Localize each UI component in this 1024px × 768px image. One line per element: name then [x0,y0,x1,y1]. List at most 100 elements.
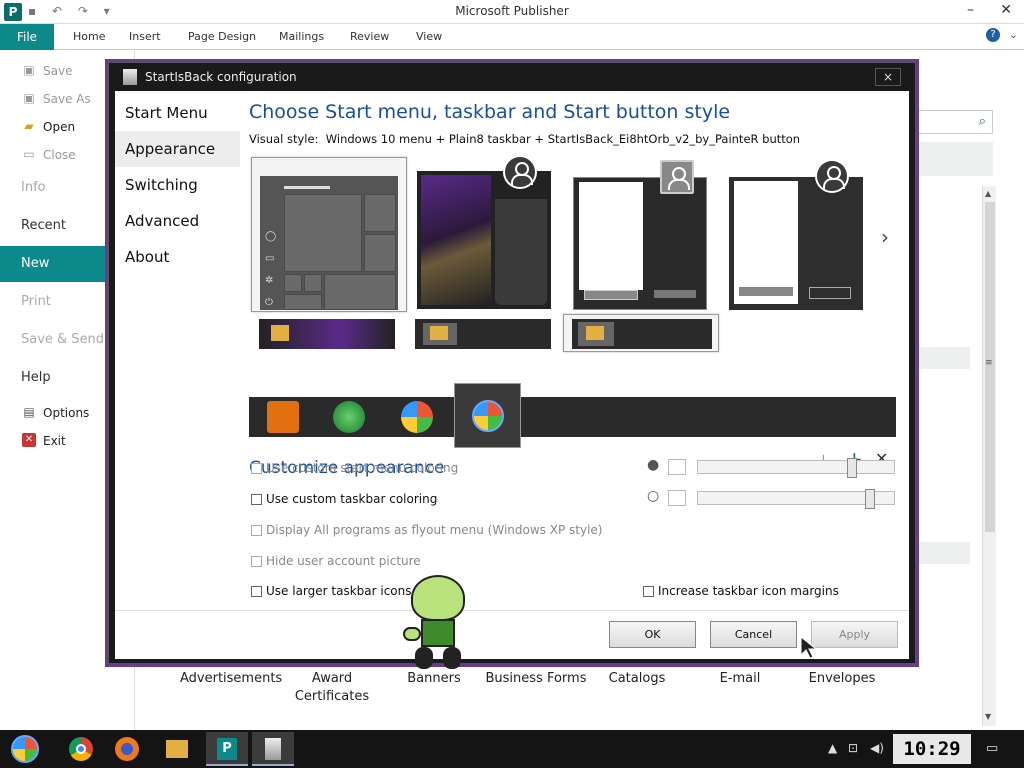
backstage-save-send[interactable]: Save & Send [0,322,107,358]
template-business-forms[interactable]: Business Forms [485,671,587,686]
backstage-help[interactable]: Help [0,360,107,396]
start-button-option-2[interactable] [333,401,365,433]
scroll-down-icon[interactable]: ▼ [985,712,991,721]
start-color-swatch[interactable] [668,459,686,475]
start-opacity-slider[interactable] [697,458,895,478]
folder-icon [271,325,289,341]
transparency-drop-icon: ○ [647,488,660,504]
minimize-icon[interactable]: – [967,2,974,18]
start-button-option-4-selected[interactable] [454,383,521,448]
start-menu-style-win7[interactable] [573,160,707,310]
mouse-cursor-icon [800,636,818,659]
label-hide-user-picture: Hide user account picture [266,554,421,568]
template-envelopes[interactable]: Envelopes [800,671,884,686]
start-button-option-1[interactable] [267,401,299,433]
dialog-titlebar[interactable]: StartIsBack configuration × [109,63,915,91]
checkbox-icon-margins[interactable] [643,586,654,597]
taskbar-style-dark[interactable] [415,319,551,349]
tab-home[interactable]: Home [73,30,105,43]
slider-knob[interactable] [847,458,857,478]
chrome-icon[interactable] [60,732,102,766]
label-icon-margins: Increase taskbar icon margins [658,584,839,598]
nav-start-menu[interactable]: Start Menu [115,95,240,131]
slider-knob[interactable] [865,489,875,509]
nav-appearance[interactable]: Appearance [115,131,240,167]
firefox-icon[interactable] [106,732,148,766]
template-email[interactable]: E-mail [700,671,780,686]
nav-about[interactable]: About [115,239,240,275]
start-button-row [249,383,896,448]
panel-strip [915,542,970,564]
template-catalogs[interactable]: Catalogs [597,671,677,686]
scroll-up-icon[interactable]: ▲ [985,189,991,198]
panel-strip [915,142,993,176]
taskbar-color-swatch[interactable] [668,490,686,506]
template-award[interactable]: Award [282,671,382,686]
open-folder-icon: ▰ [24,119,34,133]
tab-review[interactable]: Review [350,30,389,43]
cancel-button[interactable]: Cancel [710,621,797,648]
apply-button[interactable]: Apply [811,621,898,648]
clock[interactable]: 10:29 AM [893,734,971,764]
next-styles-arrow[interactable]: › [881,225,889,249]
checkbox-flyout-menu[interactable] [251,525,262,536]
file-explorer-icon[interactable] [156,732,198,766]
start-menu-style-win10[interactable]: ◯ ▭ ✲ ⏻ [251,157,407,312]
checkbox-larger-taskbar-icons[interactable] [251,586,262,597]
start-orb-button[interactable] [4,732,46,766]
start-button-option-3[interactable] [401,401,433,433]
taskbar-opacity-slider[interactable] [697,489,895,509]
scroll-grip-icon: ≡ [985,358,993,368]
user-avatar-icon [660,160,694,194]
help-icon[interactable]: ? [986,28,1000,42]
checkbox-custom-taskbar-coloring[interactable] [251,494,262,505]
volume-icon[interactable]: ◀) [870,741,884,755]
backstage-recent[interactable]: Recent [0,208,107,244]
tab-page-design[interactable]: Page Design [188,30,256,43]
close-window-icon[interactable]: ✕ [1000,2,1012,18]
label-custom-start-coloring: Use custom start menu coloring [266,461,459,475]
search-icon[interactable]: ⌕ [979,114,986,129]
publisher-taskbar-icon[interactable]: P [206,732,248,766]
network-icon[interactable]: ⊡ [848,741,858,755]
publisher-titlebar: P ▪ ↶ ↷ ▾ Microsoft Publisher – ✕ [0,0,1024,24]
startisback-dialog: StartIsBack configuration × Start Menu A… [108,62,916,669]
checkbox-custom-start-coloring[interactable] [251,463,262,474]
ok-button[interactable]: OK [609,621,696,648]
tab-insert[interactable]: Insert [129,30,161,43]
backstage-info[interactable]: Info [0,170,107,206]
template-advertisements[interactable]: Advertisements [180,671,282,686]
template-certificates[interactable]: Certificates [282,689,382,704]
style-heading: Choose Start menu, taskbar and Start but… [249,101,731,123]
start-menu-style-themed[interactable] [417,155,551,309]
taskbar-style-plain8[interactable] [563,314,719,352]
tab-view[interactable]: View [416,30,442,43]
dialog-body: Start Menu Appearance Switching Advanced… [115,91,909,669]
action-center-icon[interactable]: ▭ [986,741,998,756]
start-menu-style-classic[interactable] [729,159,863,310]
nav-switching[interactable]: Switching [115,167,240,203]
label-flyout-menu: Display All programs as flyout menu (Win… [266,523,603,537]
checkbox-hide-user-picture[interactable] [251,556,262,567]
exit-icon: ✕ [22,433,36,447]
user-avatar-icon [503,155,537,189]
template-search-box[interactable]: ⌕ [915,110,993,134]
backstage-print[interactable]: Print [0,284,107,320]
tab-file[interactable]: File [0,24,54,50]
chevron-down-icon[interactable]: ⌄ [1009,28,1018,41]
win10-menu-side-icons: ◯ ▭ ✲ ⏻ [265,231,277,308]
taskbar-style-themed[interactable] [259,319,395,349]
dialog-title: StartIsBack configuration [145,70,297,84]
color-drop-icon: ● [647,457,660,473]
ribbon: File Home Insert Page Design Mailings Re… [0,24,1024,50]
startisback-taskbar-icon[interactable] [252,732,294,766]
nav-advanced[interactable]: Advanced [115,203,240,239]
dialog-close-button[interactable]: × [875,68,901,86]
label-custom-taskbar-coloring: Use custom taskbar coloring [266,492,438,506]
tab-mailings[interactable]: Mailings [279,30,324,43]
templates-scrollbar[interactable]: ▲ ≡ ▼ [982,186,996,726]
backstage-new[interactable]: New [0,246,107,282]
windows-taskbar: P ▲ ⊡ ◀) ▭ [0,730,1024,768]
tray-overflow-icon[interactable]: ▲ [828,741,837,755]
divider [115,610,909,611]
